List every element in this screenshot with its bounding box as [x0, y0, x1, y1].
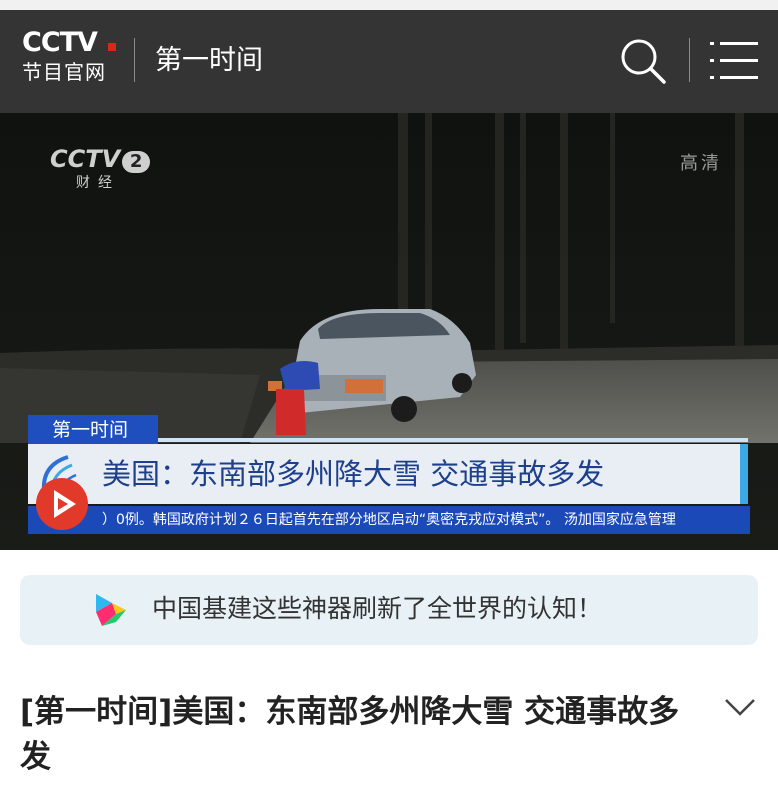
video-player[interactable]: CCTV 2 财经 高清 第一时间 美国：东南部多州降大雪 交通事故多发 ）0例。… — [0, 113, 778, 550]
headline-accent — [740, 444, 748, 504]
cctv-logo[interactable]: CCTV 节目官网 — [22, 28, 122, 88]
status-strip — [0, 0, 778, 10]
play-icon[interactable] — [34, 476, 90, 532]
channel-name: 财经 — [76, 175, 120, 191]
menu-icon — [710, 42, 758, 79]
program-tag: 第一时间 — [52, 419, 129, 441]
app-logo-icon — [96, 594, 126, 626]
channel-number: 2 — [122, 151, 151, 173]
search-button[interactable] — [618, 36, 670, 88]
ticker-text: ）0例。韩国政府计划２６日起首先在部分地区启动“奥密克戎应对模式”。 汤加国家应… — [102, 512, 676, 528]
logo-red-dot — [108, 43, 116, 51]
channel-logo: CCTV 2 财经 — [50, 145, 151, 193]
hd-badge: 高清 — [680, 153, 722, 174]
chevron-down-icon — [725, 699, 755, 716]
expand-button[interactable] — [720, 692, 760, 722]
news-headline: 美国：东南部多州降大雪 交通事故多发 — [102, 457, 605, 491]
logo-subtitle: 节目官网 — [22, 60, 106, 84]
channel-wordmark: CCTV — [50, 145, 121, 173]
menu-button[interactable] — [710, 40, 758, 82]
page-title: 第一时间 — [155, 45, 263, 76]
article-title: [第一时间]美国：东南部多州降大雪 交通事故多发 — [20, 694, 680, 775]
tag-strip — [158, 438, 748, 442]
header-divider — [134, 38, 135, 82]
banner-text: 中国基建这些神器刷新了全世界的认知！ — [152, 594, 603, 623]
logo-wordmark: CCTV — [22, 27, 98, 58]
search-icon — [621, 39, 666, 84]
header-divider — [689, 38, 690, 82]
